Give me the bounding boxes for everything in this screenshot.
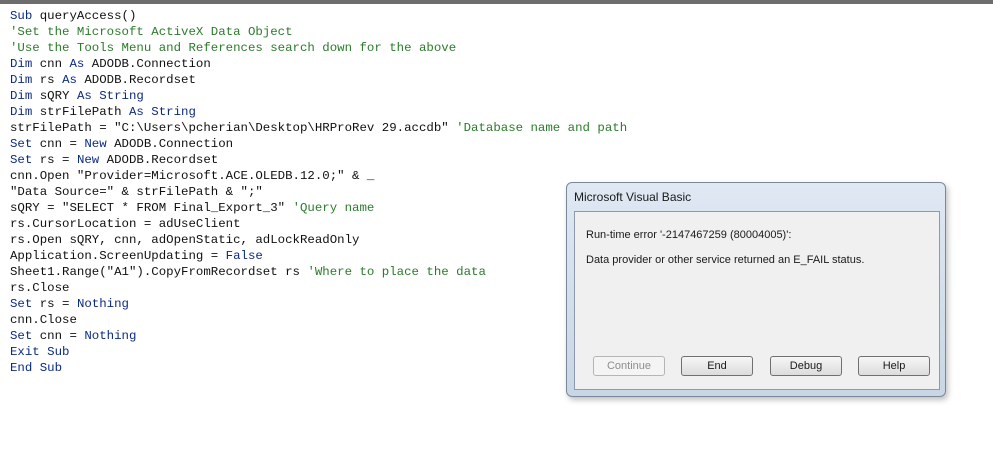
error-message-text: Data provider or other service returned … [586, 254, 865, 266]
code-text: ADODB.Connection [106, 137, 234, 151]
code-keyword: As String [128, 105, 196, 119]
error-code-text: Run-time error '-2147467259 (80004005)': [586, 229, 792, 241]
code-text: rs = [32, 297, 77, 311]
code-text: queryAccess() [32, 9, 137, 23]
code-keyword: End Sub [10, 361, 63, 375]
code-text: cnn.Open "Provider=Microsoft.ACE.OLEDB.1… [10, 169, 375, 183]
code-line: 'Use the Tools Menu and References searc… [10, 40, 985, 56]
code-text: sQRY = "SELECT * FROM Final_Export_3" [10, 201, 293, 215]
window-top-border [0, 0, 993, 4]
code-keyword: False [225, 249, 263, 263]
code-line: Dim rs As ADODB.Recordset [10, 72, 985, 88]
code-text: rs.CursorLocation = adUseClient [10, 217, 241, 231]
code-keyword: Dim [10, 57, 33, 71]
code-keyword: Set [10, 153, 33, 167]
code-keyword: Set [10, 137, 33, 151]
code-line: Set cnn = New ADODB.Connection [10, 136, 985, 152]
code-text: ADODB.Recordset [76, 73, 196, 87]
code-keyword: Dim [10, 89, 33, 103]
code-line: Set rs = New ADODB.Recordset [10, 152, 985, 168]
code-text: cnn [32, 57, 70, 71]
debug-button[interactable]: Debug [770, 356, 842, 376]
code-keyword: Dim [10, 73, 33, 87]
code-text: Application.ScreenUpdating = [10, 249, 226, 263]
code-keyword: As [62, 73, 77, 87]
code-text: Sheet1.Range("A1").CopyFromRecordset rs [10, 265, 308, 279]
code-text: cnn.Close [10, 313, 77, 327]
continue-button[interactable]: Continue [593, 356, 665, 376]
code-keyword: As [69, 57, 85, 71]
code-text: cnn = [32, 329, 85, 343]
dialog-title: Microsoft Visual Basic [574, 190, 692, 204]
code-comment: 'Query name [292, 201, 375, 215]
code-text: sQRY [32, 89, 77, 103]
code-line: 'Set the Microsoft ActiveX Data Object [10, 24, 985, 40]
code-text: ADODB.Connection [84, 57, 211, 71]
code-keyword: Nothing [84, 329, 137, 343]
code-line: Dim strFilePath As String [10, 104, 985, 120]
code-text: rs [32, 73, 63, 87]
code-comment: 'Where to place the data [307, 265, 486, 279]
code-comment: 'Database name and path [456, 121, 628, 135]
code-text: rs = [32, 153, 77, 167]
code-text: cnn = [32, 137, 85, 151]
code-text: rs.Close [10, 281, 70, 295]
code-text: strFilePath [32, 105, 129, 119]
dialog-body: Run-time error '-2147467259 (80004005)':… [574, 211, 940, 390]
code-text: strFilePath = "C:\Users\pcherian\Desktop… [10, 121, 457, 135]
code-text: "Data Source=" & strFilePath & ";" [10, 185, 263, 199]
code-keyword: New [76, 153, 100, 167]
code-line: Sub queryAccess() [10, 8, 985, 24]
code-text: rs.Open sQRY, cnn, adOpenStatic, adLockR… [10, 233, 360, 247]
end-button[interactable]: End [681, 356, 753, 376]
code-keyword: Sub [10, 9, 33, 23]
code-line: strFilePath = "C:\Users\pcherian\Desktop… [10, 120, 985, 136]
code-line: Dim sQRY As String [10, 88, 985, 104]
code-keyword: Set [10, 297, 33, 311]
code-comment: 'Set the Microsoft ActiveX Data Object [10, 25, 293, 39]
code-keyword: Set [10, 329, 33, 343]
code-keyword: New [84, 137, 107, 151]
code-keyword: Nothing [76, 297, 129, 311]
code-comment: 'Use the Tools Menu and References searc… [10, 41, 457, 55]
code-keyword: Dim [10, 105, 33, 119]
code-line: Dim cnn As ADODB.Connection [10, 56, 985, 72]
code-keyword: Exit Sub [10, 345, 70, 359]
code-text: ADODB.Recordset [99, 153, 219, 167]
error-dialog: Microsoft Visual Basic Run-time error '-… [566, 182, 946, 397]
code-keyword: As String [76, 89, 144, 103]
help-button[interactable]: Help [858, 356, 930, 376]
